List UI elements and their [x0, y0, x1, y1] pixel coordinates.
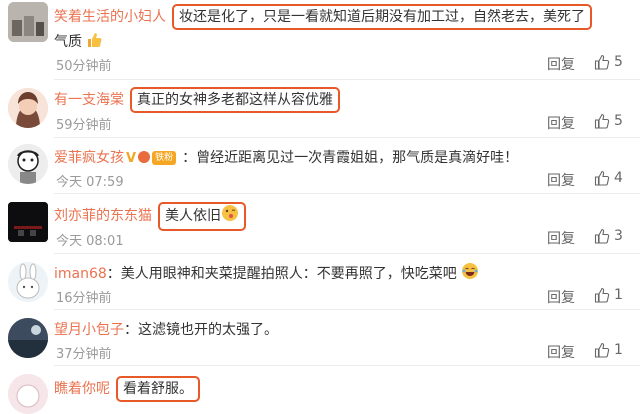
comment-time: 59分钟前 — [56, 118, 112, 133]
thumbs-up-icon — [594, 342, 610, 358]
username[interactable]: 有一支海棠 — [54, 92, 124, 108]
comment-text-box: 美人依旧 — [158, 202, 246, 231]
fan-badge: 铁粉 — [152, 151, 177, 165]
comment-item: 爱菲疯女孩 V 铁粉 ：曾经近距离见过一次青霞姐姐，那气质是真滴好哇！ 今天 07:5… — [0, 138, 640, 194]
comment-item: 瞧着你呢 看着舒服。 — [0, 366, 640, 414]
like-button[interactable]: 1 — [594, 342, 623, 358]
reply-button[interactable]: 回复 — [547, 287, 575, 307]
thumbs-up-icon — [594, 287, 610, 303]
comment-item: 望月小包子：这滤镜也开的太强了。 37分钟前 回复 1 — [0, 310, 640, 366]
like-button[interactable]: 4 — [594, 170, 623, 186]
avatar[interactable] — [8, 374, 48, 414]
like-count: 5 — [614, 54, 623, 70]
like-count: 3 — [614, 228, 623, 244]
avatar[interactable] — [8, 2, 48, 42]
like-button[interactable]: 5 — [594, 54, 623, 70]
comment-text: 这滤镜也开的太强了。 — [138, 322, 278, 338]
reply-button[interactable]: 回复 — [547, 228, 575, 248]
like-count: 1 — [614, 287, 623, 303]
avatar[interactable] — [8, 88, 48, 128]
comment-text-cont: 气质 — [54, 34, 82, 50]
laughing-tears-emoji-icon — [461, 262, 479, 286]
comment-item: 刘亦菲的东东猫 美人依旧 今天 08:01 回复 3 — [0, 194, 640, 254]
kiss-emoji-icon — [221, 204, 239, 229]
avatar[interactable] — [8, 318, 48, 358]
thumbs-up-icon — [594, 54, 610, 70]
like-button[interactable]: 1 — [594, 287, 623, 303]
comment-text: 看着舒服。 — [116, 376, 200, 402]
username[interactable]: 刘亦菲的东东猫 — [54, 208, 152, 224]
reply-button[interactable]: 回复 — [547, 170, 575, 190]
username[interactable]: 望月小包子 — [54, 322, 124, 338]
avatar[interactable] — [8, 262, 48, 302]
comment-time: 37分钟前 — [56, 347, 112, 362]
like-button[interactable]: 3 — [594, 228, 623, 244]
like-count: 1 — [614, 342, 623, 358]
comment-time: 50分钟前 — [56, 59, 112, 74]
like-button[interactable]: 5 — [594, 113, 623, 129]
comment-text: 妆还是化了，只是一看就知道后期没有加工过，自然老去，美死了 — [172, 4, 592, 30]
like-count: 5 — [614, 113, 623, 129]
like-count: 4 — [614, 170, 623, 186]
username[interactable]: 笑着生活的小妇人 — [54, 9, 166, 25]
comment-item: 笑着生活的小妇人 妆还是化了，只是一看就知道后期没有加工过，自然老去，美死了 气质… — [0, 0, 640, 80]
comment-time: 今天 08:01 — [56, 234, 124, 249]
username[interactable]: 瞧着你呢 — [54, 381, 110, 397]
reply-button[interactable]: 回复 — [547, 54, 575, 74]
comment-text: 美人用眼神和夹菜提醒拍照人：不要再照了，快吃菜吧 — [120, 266, 457, 282]
avatar[interactable] — [8, 144, 48, 184]
comment-text: 曾经近距离见过一次青霞姐姐，那气质是真滴好哇！ — [196, 150, 519, 166]
comment-item: iman68：美人用眼神和夹菜提醒拍照人：不要再照了，快吃菜吧 16分钟前 回复… — [0, 254, 640, 310]
comment-text: 真正的女神多老都这样从容优雅 — [130, 87, 340, 113]
verified-icon: V — [126, 151, 137, 166]
comment-item: 有一支海棠 真正的女神多老都这样从容优雅 59分钟前 回复 5 — [0, 80, 640, 138]
avatar[interactable] — [8, 202, 48, 242]
thumbs-up-icon — [594, 170, 610, 186]
comment-time: 今天 07:59 — [56, 175, 124, 190]
comment-time: 16分钟前 — [56, 291, 112, 306]
username[interactable]: 爱菲疯女孩 — [54, 150, 124, 166]
username[interactable]: iman68 — [54, 266, 107, 282]
level-icon — [138, 151, 151, 163]
thumbs-up-icon — [594, 113, 610, 129]
thumbs-up-emoji-icon — [86, 32, 102, 54]
thumbs-up-icon — [594, 228, 610, 244]
reply-button[interactable]: 回复 — [547, 342, 575, 362]
comment-text: 美人依旧 — [165, 208, 221, 224]
reply-button[interactable]: 回复 — [547, 113, 575, 133]
